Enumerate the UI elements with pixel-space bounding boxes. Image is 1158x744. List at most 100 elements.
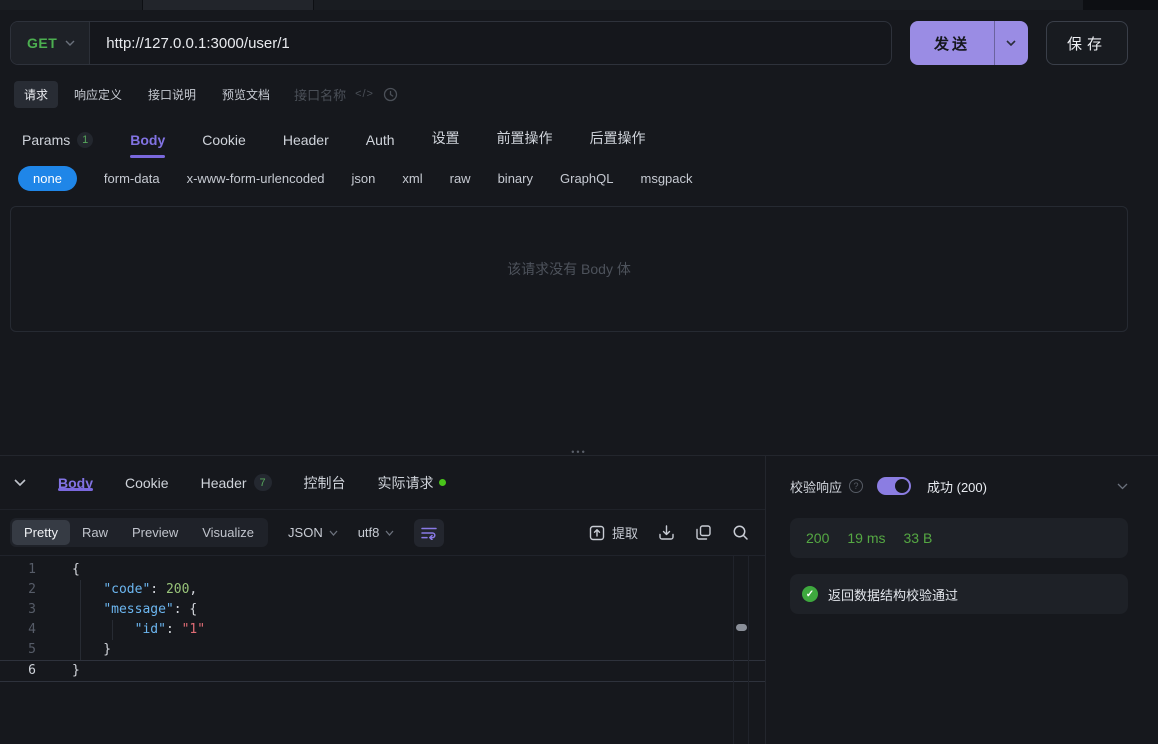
url-input[interactable] [90, 22, 891, 64]
response-size: 33 B [903, 530, 932, 546]
tab-header-label: Header [283, 132, 329, 148]
collapse-response-icon[interactable] [14, 479, 26, 486]
response-tab-console[interactable]: 控制台 [304, 456, 346, 509]
validation-message: 返回数据结构校验通过 [828, 585, 958, 604]
panel-divider: ••• [0, 455, 1158, 456]
tab-body-label: Body [130, 132, 165, 148]
format-select-value: JSON [288, 525, 323, 540]
tab-response-definition[interactable]: 响应定义 [64, 81, 132, 108]
generate-code-icon[interactable]: </> [355, 88, 374, 100]
view-mode-preview[interactable]: Preview [120, 520, 190, 545]
panel-resize-handle[interactable]: ••• [571, 447, 586, 457]
body-type-none[interactable]: none [18, 166, 77, 191]
tab-pre-operations[interactable]: 前置操作 [497, 128, 553, 148]
view-mode-segmented: Pretty Raw Preview Visualize [10, 518, 268, 547]
tab-cookie-label: Cookie [202, 132, 246, 148]
history-clock-icon[interactable] [383, 87, 398, 102]
tab-settings-label: 设置 [432, 128, 460, 148]
send-split-button: 发送 [910, 21, 1028, 65]
response-tab-cookie[interactable]: Cookie [125, 456, 169, 509]
tab-settings[interactable]: 设置 [432, 128, 460, 148]
response-tab-header[interactable]: Header 7 [201, 456, 272, 509]
code-line[interactable]: 2 "code": 200, [0, 580, 765, 600]
validation-result-card: ✓ 返回数据结构校验通过 [790, 574, 1128, 614]
body-type-msgpack[interactable]: msgpack [640, 171, 692, 186]
method-label: GET [27, 35, 57, 51]
method-select[interactable]: GET [11, 22, 90, 64]
tab-params[interactable]: Params 1 [22, 132, 93, 148]
request-url-group: GET [10, 21, 892, 65]
response-tabs: Body Cookie Header 7 控制台 实际请求 [0, 456, 765, 510]
extract-label: 提取 [612, 523, 638, 542]
view-mode-raw[interactable]: Raw [70, 520, 120, 545]
help-icon[interactable]: ? [849, 479, 863, 493]
body-type-xml[interactable]: xml [402, 171, 422, 186]
search-button[interactable] [732, 524, 749, 541]
body-type-binary[interactable]: binary [498, 171, 533, 186]
response-time: 19 ms [847, 530, 885, 546]
line-number: 6 [0, 661, 50, 681]
url-bar-row: GET 发送 保存 [0, 10, 1158, 68]
encoding-select-value: utf8 [358, 525, 380, 540]
validate-response-label: 校验响应 [790, 477, 842, 496]
tab-pre-operations-label: 前置操作 [497, 128, 553, 148]
code-line[interactable]: 6} [0, 660, 765, 682]
view-mode-pretty[interactable]: Pretty [12, 520, 70, 545]
validate-collapse-button[interactable] [1117, 483, 1128, 490]
tab-auth[interactable]: Auth [366, 132, 395, 148]
view-mode-visualize[interactable]: Visualize [190, 520, 266, 545]
tab-request[interactable]: 请求 [14, 81, 58, 108]
validation-panel: 校验响应 ? 成功 (200) 200 19 ms 33 B ✓ 返回数据结构校… [766, 456, 1158, 744]
check-icon: ✓ [802, 586, 818, 602]
download-icon [658, 524, 675, 541]
response-tab-console-label: 控制台 [304, 473, 346, 493]
response-tab-body[interactable]: Body [58, 456, 93, 509]
download-button[interactable] [658, 524, 675, 541]
body-type-urlencoded[interactable]: x-www-form-urlencoded [187, 171, 325, 186]
send-button[interactable]: 发送 [910, 21, 994, 65]
window-tab-segment [313, 0, 1083, 10]
save-button[interactable]: 保存 [1046, 21, 1128, 65]
code-text: "id": "1" [50, 620, 205, 640]
extract-button[interactable]: 提取 [589, 523, 638, 542]
code-lines: 1{2 "code": 200,3 "message": {4 "id": "1… [0, 560, 765, 682]
code-line[interactable]: 1{ [0, 560, 765, 580]
indent-guide [112, 620, 113, 640]
code-line[interactable]: 4 "id": "1" [0, 620, 765, 640]
tab-preview-docs[interactable]: 预览文档 [212, 81, 280, 108]
api-name-input[interactable]: 接口名称 [294, 85, 346, 104]
body-type-raw[interactable]: raw [450, 171, 471, 186]
response-toolbar: Pretty Raw Preview Visualize JSON utf8 提… [0, 510, 765, 556]
response-body-editor[interactable]: 1{2 "code": 200,3 "message": {4 "id": "1… [0, 556, 765, 744]
spacer [0, 332, 1158, 455]
tab-post-operations[interactable]: 后置操作 [590, 128, 646, 148]
response-tab-header-label: Header [201, 475, 247, 491]
search-icon [732, 524, 749, 541]
editor-scrollbar-track [733, 556, 749, 744]
response-tab-actual-request[interactable]: 实际请求 [378, 456, 446, 509]
body-type-form-data[interactable]: form-data [104, 171, 160, 186]
send-options-button[interactable] [994, 21, 1028, 65]
save-label: 保存 [1067, 33, 1107, 54]
code-text: "message": { [50, 600, 197, 620]
status-dot [439, 479, 446, 486]
send-label: 发送 [934, 33, 970, 54]
code-text: { [50, 560, 80, 580]
body-type-json[interactable]: json [352, 171, 376, 186]
request-tabs: Params 1 Body Cookie Header Auth 设置 前置操作… [0, 112, 1158, 158]
tab-api-description[interactable]: 接口说明 [138, 81, 206, 108]
word-wrap-button[interactable] [414, 519, 444, 547]
tab-body[interactable]: Body [130, 132, 165, 148]
tab-header[interactable]: Header [283, 132, 329, 148]
validate-response-toggle[interactable] [877, 477, 911, 495]
encoding-select[interactable]: utf8 [358, 525, 395, 540]
copy-button[interactable] [695, 524, 712, 541]
window-tab-strip [0, 0, 1158, 10]
body-type-graphql[interactable]: GraphQL [560, 171, 613, 186]
code-line[interactable]: 5 } [0, 640, 765, 660]
format-select[interactable]: JSON [288, 525, 338, 540]
tab-cookie[interactable]: Cookie [202, 132, 246, 148]
editor-scrollbar-thumb[interactable] [736, 624, 747, 631]
line-number: 4 [0, 620, 50, 640]
code-line[interactable]: 3 "message": { [0, 600, 765, 620]
